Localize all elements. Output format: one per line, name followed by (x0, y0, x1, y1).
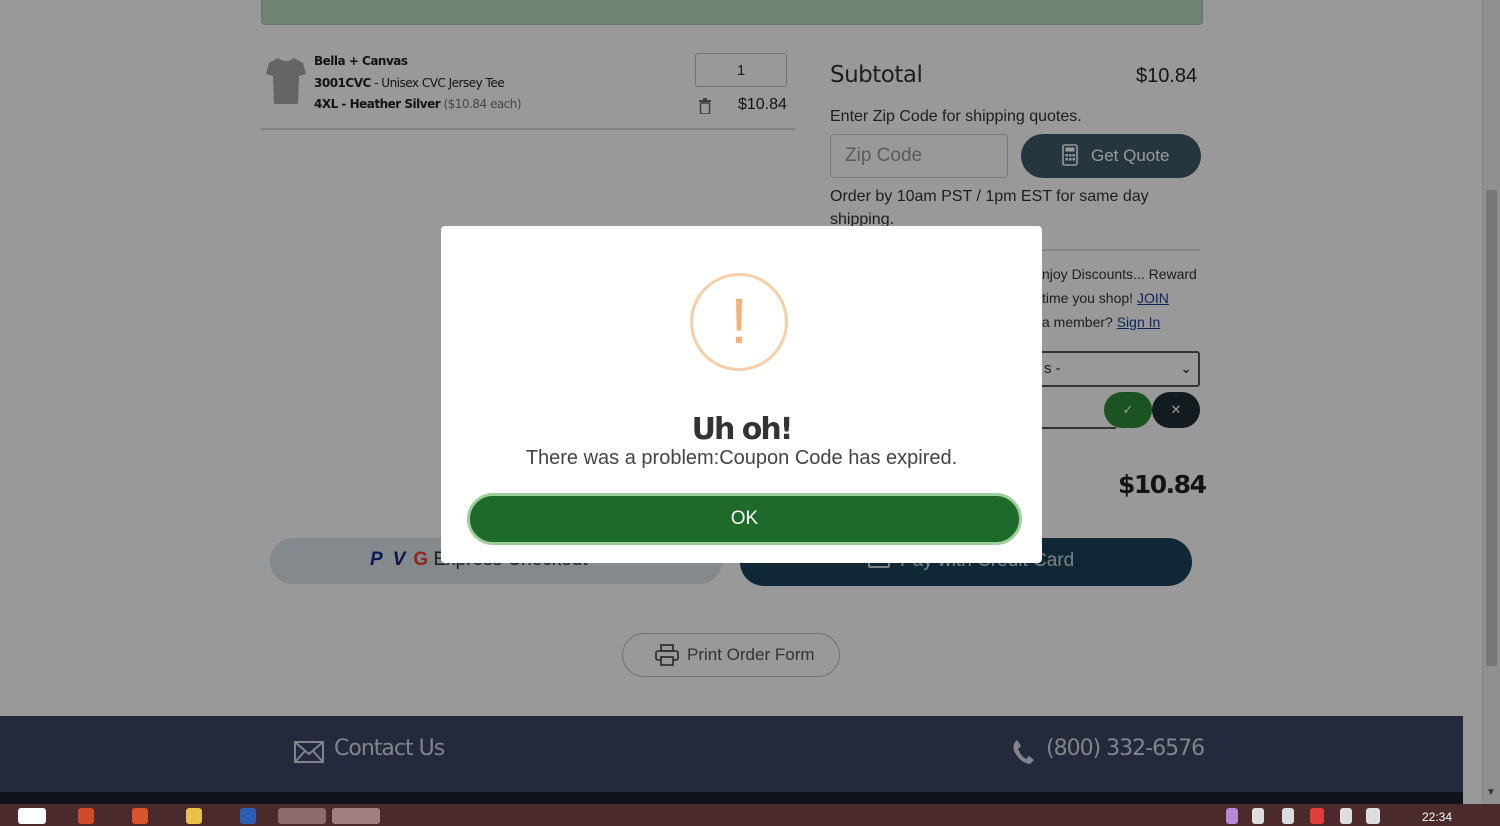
browser-icon[interactable] (78, 808, 94, 824)
ok-button[interactable]: OK (467, 493, 1022, 545)
signal-icon[interactable] (1340, 808, 1352, 824)
exclamation-mark: ! (730, 285, 748, 357)
dialog-message: There was a problem:Coupon Code has expi… (525, 447, 958, 469)
dialog-title: Uh oh! (691, 412, 794, 447)
word-icon[interactable] (240, 808, 256, 824)
error-dialog: ! Uh oh! There was a problem:Coupon Code… (441, 226, 1042, 563)
network-icon[interactable] (1252, 808, 1264, 824)
warning-icon: ! (690, 273, 788, 371)
flag-icon[interactable] (1366, 808, 1380, 824)
os-taskbar: 22:34 (0, 804, 1500, 826)
chrome-active-icon[interactable] (332, 808, 380, 824)
folder-icon[interactable] (186, 808, 202, 824)
clock: 22:34 (1422, 810, 1453, 824)
pen-icon[interactable] (1226, 808, 1238, 824)
powerpoint-icon[interactable] (132, 808, 148, 824)
start-icon[interactable] (18, 808, 46, 824)
volume-icon[interactable] (1282, 808, 1294, 824)
update-icon[interactable] (1310, 808, 1324, 824)
chrome-icon[interactable] (278, 808, 326, 824)
